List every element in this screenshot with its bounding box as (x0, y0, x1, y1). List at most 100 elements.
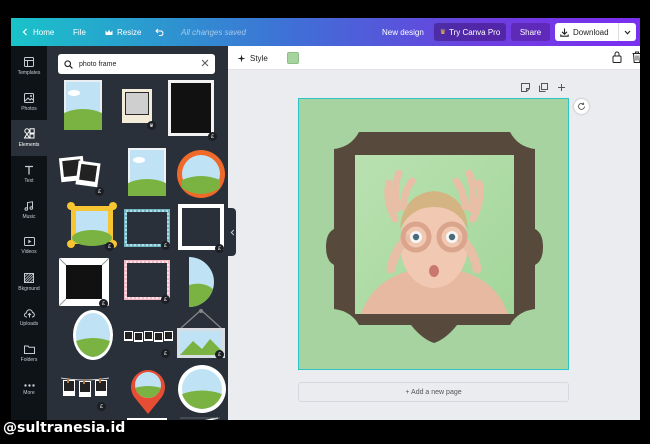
rail-item-photos[interactable]: Photos (11, 84, 47, 120)
rail-label: Videos (21, 249, 37, 255)
framed-photo[interactable] (355, 155, 514, 314)
trash-icon[interactable] (632, 51, 640, 63)
rail-label: Folders (20, 357, 38, 363)
frame-thumb-orange-circle[interactable] (176, 148, 226, 200)
style-sparkle-icon (237, 54, 246, 62)
download-icon (560, 28, 569, 37)
chevron-down-icon (624, 30, 631, 35)
page-controls (521, 83, 566, 92)
rail-label: More (23, 390, 35, 396)
frame-thumb-half-circle[interactable] (189, 257, 217, 307)
pro-crown-icon: ♛ (439, 29, 446, 36)
music-icon (24, 200, 34, 211)
rail-label: Templates (17, 69, 41, 76)
folders-icon (23, 345, 35, 354)
photos-icon (24, 92, 34, 103)
pro-crown-badge: ♛ (147, 121, 156, 130)
pro-badge: £ (215, 350, 224, 359)
design-canvas[interactable] (298, 98, 569, 370)
collapse-panel-button[interactable] (228, 208, 236, 256)
rail-item-music[interactable]: Music (11, 192, 47, 228)
rail-item-folders[interactable]: Folders (11, 336, 47, 372)
undo-button[interactable] (155, 18, 165, 46)
frame-thumb-film-strip[interactable] (123, 328, 175, 344)
left-rail: Templates Photos Elements Text Music Vid… (11, 46, 47, 420)
rail-item-templates[interactable]: Templates (11, 48, 47, 84)
file-menu[interactable]: File (73, 18, 86, 46)
templates-icon (24, 56, 34, 67)
pro-badge: £ (99, 299, 108, 308)
frame-thumb-rect-landscape[interactable] (64, 80, 102, 130)
resize-button[interactable]: Resize (105, 18, 141, 46)
frame-thumb-polaroid[interactable] (122, 89, 152, 123)
elements-icon (23, 128, 35, 139)
chevron-left-icon (22, 28, 27, 36)
clear-search-icon[interactable] (201, 59, 209, 67)
rail-item-text[interactable]: Text (11, 156, 47, 192)
pro-badge: £ (161, 295, 170, 304)
resize-label: Resize (117, 27, 142, 37)
try-canva-pro-button[interactable]: ♛ Try Canva Pro (434, 23, 506, 41)
save-status: All changes saved (181, 18, 246, 46)
frame-thumb-black-square[interactable] (168, 80, 214, 136)
rail-item-videos[interactable]: Videos (11, 228, 47, 264)
search-icon (64, 59, 73, 69)
text-icon (25, 165, 33, 174)
elements-panel: photo frame ♛ £ £ £ £ £ £ £ £ £ £ (47, 46, 228, 420)
rail-item-more[interactable]: More (11, 372, 47, 408)
search-bar[interactable]: photo frame (58, 54, 215, 74)
page-notes-icon[interactable] (521, 83, 530, 92)
pro-badge: £ (215, 244, 224, 253)
save-status-text: All changes saved (181, 27, 246, 37)
undo-icon (155, 28, 164, 36)
add-page-label: + Add a new page (405, 388, 462, 396)
lock-icon[interactable] (612, 51, 622, 63)
style-label: Style (250, 53, 268, 63)
pro-badge: £ (161, 241, 170, 250)
file-label: File (73, 27, 86, 37)
frame-thumb-partial-3[interactable] (178, 416, 222, 420)
refresh-icon (578, 102, 585, 110)
pro-badge: £ (97, 402, 106, 411)
frame-thumb-oval[interactable] (72, 309, 114, 361)
ornate-photo-frame[interactable] (299, 99, 569, 370)
pro-badge: £ (95, 187, 104, 196)
search-input[interactable]: photo frame (79, 61, 116, 68)
frame-thumb-sky-rect[interactable] (128, 148, 166, 196)
rail-label: Elements (18, 142, 40, 148)
frame-thumb-partial-2[interactable] (127, 418, 167, 420)
frame-thumb-clothesline[interactable] (61, 374, 109, 402)
download-options-toggle[interactable] (618, 23, 636, 41)
download-label: Download (573, 27, 609, 37)
share-button[interactable]: Share (511, 23, 550, 41)
top-bar: Home File Resize All changes saved New d… (11, 18, 640, 46)
canva-editor: Home File Resize All changes saved New d… (11, 18, 640, 420)
rail-item-background[interactable]: Bkground (11, 264, 47, 300)
rail-label: Photos (21, 105, 37, 112)
duplicate-page-icon[interactable] (539, 83, 548, 92)
rail-label: Bkground (18, 285, 40, 292)
videos-icon (23, 237, 35, 246)
rail-item-elements[interactable]: Elements (11, 120, 47, 156)
add-page-button[interactable]: + Add a new page (298, 382, 569, 402)
add-page-icon[interactable] (557, 83, 566, 92)
style-button[interactable]: Style (237, 46, 268, 70)
frame-thumb-stacked-photos[interactable] (57, 152, 101, 192)
home-label: Home (33, 27, 55, 37)
home-button[interactable]: Home (21, 18, 54, 46)
new-design-label: New design (382, 27, 424, 37)
pro-badge: £ (105, 242, 114, 251)
rail-label: Text (24, 177, 34, 184)
more-icon (23, 384, 35, 387)
frame-thumb-map-pin[interactable] (127, 364, 169, 416)
new-design-button[interactable]: New design (382, 18, 424, 46)
rail-item-uploads[interactable]: Uploads (11, 300, 47, 336)
chevron-left-icon (230, 229, 234, 235)
pro-badge: £ (208, 132, 217, 141)
magic-refresh-button[interactable] (574, 99, 589, 114)
download-button[interactable]: Download (555, 23, 636, 41)
crown-icon (105, 29, 113, 35)
background-color-swatch[interactable] (287, 52, 299, 64)
frame-thumb-stamp-pink[interactable] (124, 260, 170, 300)
frame-thumb-white-circle[interactable] (177, 364, 227, 414)
